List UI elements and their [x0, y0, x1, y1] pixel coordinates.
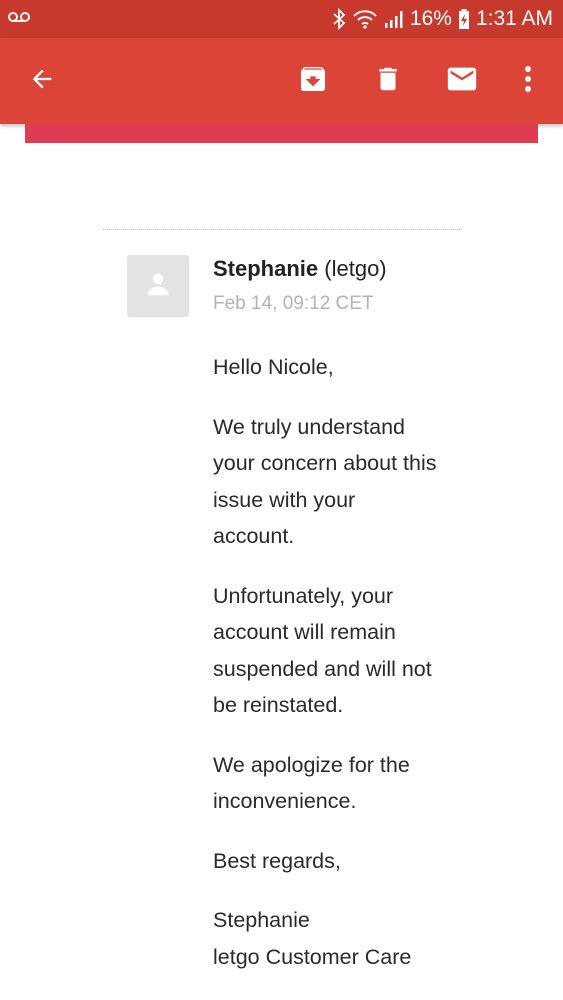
more-options-button[interactable]: [500, 38, 556, 124]
delete-icon: [373, 63, 403, 100]
previous-message-strip[interactable]: [25, 124, 538, 143]
back-button[interactable]: [14, 38, 70, 124]
avatar[interactable]: [127, 255, 189, 317]
paragraph-2: Unfortunately, your account will remain …: [213, 583, 432, 718]
greeting: Hello Nicole,: [213, 355, 334, 379]
delete-button[interactable]: [360, 38, 416, 124]
more-vert-icon: [523, 65, 533, 98]
battery-charging-icon: [458, 8, 470, 30]
message-date: Feb 14, 09:12 CET: [213, 293, 374, 314]
message-body: Hello Nicole, We truly understand your c…: [213, 349, 513, 975]
paragraph-1: We truly understand your concern about t…: [213, 414, 437, 549]
signature-team: letgo Customer Care: [213, 944, 412, 969]
sender-org: (letgo): [324, 256, 387, 281]
archive-button[interactable]: [285, 38, 341, 124]
mark-unread-button[interactable]: [434, 38, 490, 124]
voicemail-icon: [8, 10, 30, 28]
clock: 1:31 AM: [475, 7, 553, 30]
paragraph-3: We apologize for the inconvenience.: [213, 752, 410, 814]
signal-icon: [384, 9, 404, 29]
mark-unread-icon: [445, 62, 479, 101]
status-bar: 16% 1:31 AM: [0, 0, 563, 38]
person-icon: [143, 269, 173, 304]
status-left: [8, 10, 30, 28]
archive-icon: [297, 63, 329, 100]
signature-name: Stephanie: [213, 908, 310, 932]
wifi-icon: [352, 9, 378, 29]
bluetooth-icon: [332, 8, 346, 30]
sender[interactable]: Stephanie (letgo): [213, 256, 387, 282]
arrow-left-icon: [28, 65, 56, 98]
message-divider: [103, 229, 460, 230]
status-right: 16% 1:31 AM: [332, 7, 553, 31]
sender-name: Stephanie: [213, 256, 319, 281]
closing: Best regards,: [213, 848, 341, 873]
toolbar: [0, 38, 563, 124]
battery-level: 16%: [409, 7, 452, 30]
